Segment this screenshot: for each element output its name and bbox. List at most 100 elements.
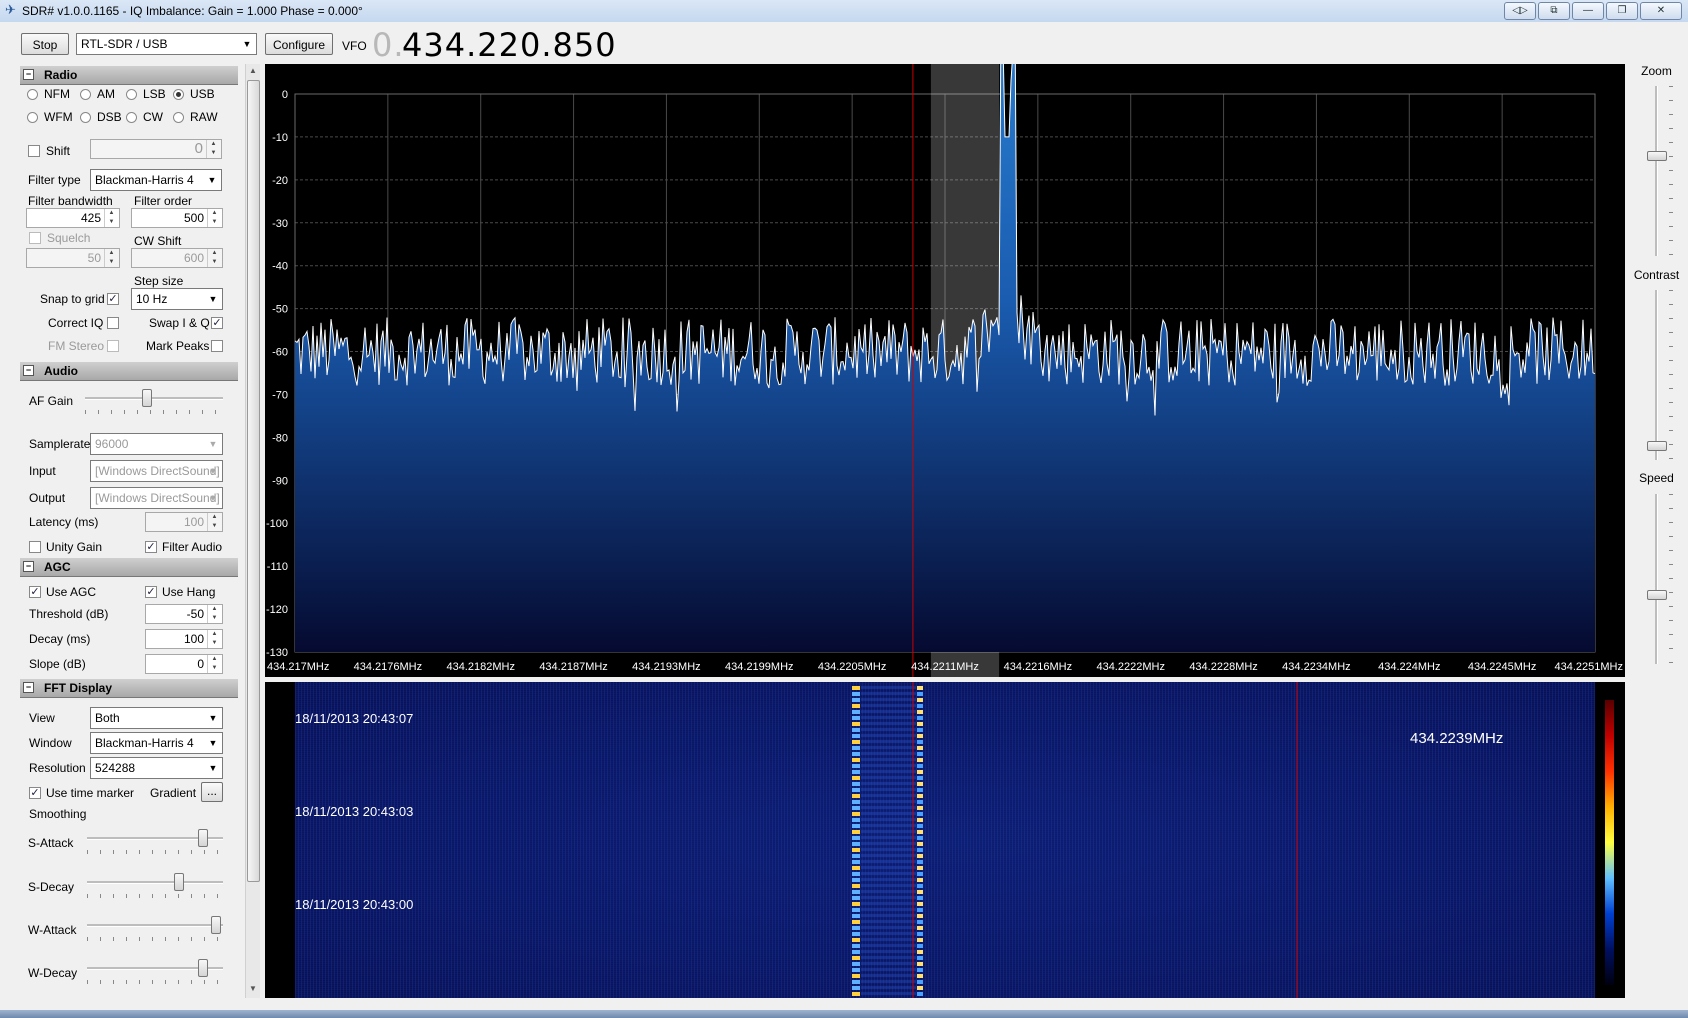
w-attack-slider[interactable] bbox=[211, 916, 221, 934]
threshold-input[interactable]: -50 ▲ ▼ bbox=[145, 604, 223, 624]
shift-checkbox[interactable] bbox=[28, 145, 40, 157]
filter-order-label: Filter order bbox=[134, 194, 193, 208]
waterfall-streak bbox=[917, 794, 923, 798]
output-select[interactable]: [Windows DirectSound] ▼ bbox=[90, 487, 223, 509]
af-gain-track bbox=[85, 397, 223, 400]
scrollbar-thumb[interactable] bbox=[247, 80, 260, 882]
close-button[interactable]: ✕ bbox=[1640, 2, 1682, 20]
minimize-button[interactable]: — bbox=[1572, 2, 1604, 20]
y-tick-label: -30 bbox=[272, 218, 288, 230]
waterfall-streak bbox=[861, 938, 916, 941]
agc-section-header[interactable]: − AGC bbox=[20, 558, 238, 577]
waterfall-streak bbox=[852, 824, 860, 828]
zoom-slider[interactable] bbox=[1647, 151, 1667, 161]
use-hang-checkbox[interactable]: ✓ bbox=[145, 586, 157, 598]
waterfall-streak bbox=[917, 980, 923, 984]
samplerate-label: Samplerate bbox=[29, 437, 91, 451]
spectrum-analyzer[interactable]: 0 -10 -20 -30 -40 -50 -60 -70 -80 -90 -100 -110 -120… bbox=[265, 13, 1625, 677]
waterfall-streak bbox=[861, 722, 916, 725]
mode-nfm-radio[interactable] bbox=[27, 89, 38, 100]
waterfall-streak bbox=[917, 830, 923, 834]
fm-stereo-checkbox[interactable] bbox=[107, 340, 119, 352]
filter-order-input[interactable]: 500 ▲ ▼ bbox=[131, 208, 223, 228]
filter-bandwidth-input[interactable]: 425 ▲ ▼ bbox=[26, 208, 120, 228]
maximize-button[interactable]: ❐ bbox=[1606, 2, 1638, 20]
use-agc-checkbox[interactable]: ✓ bbox=[29, 586, 41, 598]
af-gain-slider[interactable] bbox=[142, 389, 152, 407]
chevron-down-icon: ▼ bbox=[208, 763, 218, 773]
configure-button[interactable]: Configure bbox=[265, 33, 333, 55]
squelch-input[interactable]: 50 ▲ ▼ bbox=[26, 248, 120, 268]
spin-arrows-icon: ▲ ▼ bbox=[104, 209, 118, 227]
decay-input[interactable]: 100 ▲ ▼ bbox=[145, 629, 223, 649]
waterfall-streak bbox=[917, 926, 923, 930]
contrast-slider[interactable] bbox=[1647, 441, 1667, 451]
device-select[interactable]: RTL-SDR / USB ▼ bbox=[76, 33, 257, 55]
mode-wfm-radio[interactable] bbox=[27, 112, 38, 123]
use-time-marker-checkbox[interactable]: ✓ bbox=[29, 787, 41, 799]
cw-shift-input[interactable]: 600 ▲ ▼ bbox=[131, 248, 223, 268]
vfo-frequency[interactable]: 434.220.850 bbox=[402, 26, 617, 64]
input-select[interactable]: [Windows DirectSound] ▼ bbox=[90, 460, 223, 482]
filter-audio-checkbox[interactable]: ✓ bbox=[145, 541, 157, 553]
w-decay-slider[interactable] bbox=[198, 959, 208, 977]
slope-input[interactable]: 0 ▲ ▼ bbox=[145, 654, 223, 674]
waterfall-streak bbox=[917, 722, 923, 726]
chevron-down-icon: ▼ bbox=[207, 175, 217, 185]
waterfall-streak bbox=[861, 854, 916, 857]
contrast-label: Contrast bbox=[1633, 268, 1680, 282]
chevron-down-icon: ▼ bbox=[208, 713, 218, 723]
mode-raw-label: RAW bbox=[190, 110, 218, 124]
mode-raw-radio[interactable] bbox=[173, 112, 184, 123]
waterfall-streak bbox=[917, 752, 923, 756]
mode-am-radio[interactable] bbox=[80, 89, 91, 100]
window-select[interactable]: Blackman-Harris 4 ▼ bbox=[90, 732, 223, 754]
correct-iq-checkbox[interactable] bbox=[107, 317, 119, 329]
panel-scrollbar[interactable]: ▲ ▼ bbox=[245, 64, 260, 998]
speed-slider[interactable] bbox=[1647, 590, 1667, 600]
s-attack-slider[interactable] bbox=[198, 829, 208, 847]
snap-to-grid-checkbox[interactable]: ✓ bbox=[107, 293, 119, 305]
toolbar: Stop RTL-SDR / USB ▼ Configure bbox=[0, 22, 1688, 64]
w-decay-label: W-Decay bbox=[28, 966, 78, 980]
vfo-leading-digit[interactable]: 0. bbox=[372, 26, 405, 64]
latency-input[interactable]: 100 ▲ ▼ bbox=[145, 512, 223, 532]
unity-gain-checkbox[interactable] bbox=[29, 541, 41, 553]
waterfall-streak bbox=[917, 770, 923, 774]
window-title: SDR# v1.0.0.1165 - IQ Imbalance: Gain = … bbox=[22, 4, 363, 18]
gradient-button[interactable]: ... bbox=[201, 782, 223, 802]
mode-dsb-radio[interactable] bbox=[80, 112, 91, 123]
squelch-checkbox[interactable] bbox=[29, 232, 41, 244]
spin-arrows-icon: ▲ ▼ bbox=[207, 209, 221, 227]
waterfall-streak bbox=[852, 704, 860, 708]
samplerate-select[interactable]: 96000 ▼ bbox=[90, 433, 223, 455]
scroll-up-icon[interactable]: ▲ bbox=[248, 66, 258, 78]
fullscreen-icon[interactable]: ⧉ bbox=[1538, 2, 1570, 20]
mode-lsb-radio[interactable] bbox=[126, 89, 137, 100]
audio-section-header[interactable]: − Audio bbox=[20, 362, 238, 381]
filter-type-select[interactable]: Blackman-Harris 4 ▼ bbox=[90, 169, 222, 191]
mark-peaks-checkbox[interactable] bbox=[211, 340, 223, 352]
display-controls: Zoom Contrast Speed bbox=[1625, 64, 1688, 998]
waterfall-streak bbox=[861, 794, 916, 797]
mode-cw-radio[interactable] bbox=[126, 112, 137, 123]
s-decay-track bbox=[87, 881, 223, 884]
mode-usb-radio[interactable] bbox=[173, 89, 184, 100]
waterfall-streak bbox=[852, 956, 860, 960]
stop-button[interactable]: Stop bbox=[21, 33, 69, 55]
fft-display-section-header[interactable]: − FFT Display bbox=[20, 679, 238, 698]
resolution-select[interactable]: 524288 ▼ bbox=[90, 757, 223, 779]
waterfall-display[interactable]: 18/11/2013 20:43:07 18/11/2013 20:43:03 … bbox=[265, 682, 1625, 998]
view-select[interactable]: Both ▼ bbox=[90, 707, 223, 729]
waterfall-streak bbox=[852, 926, 860, 930]
radio-section-header[interactable]: − Radio bbox=[20, 66, 238, 85]
scroll-down-icon[interactable]: ▼ bbox=[248, 984, 258, 996]
shift-input[interactable]: 0 ▲ ▼ bbox=[90, 139, 222, 159]
waterfall-streak bbox=[917, 746, 923, 750]
mode-nfm-label: NFM bbox=[44, 87, 70, 101]
waterfall-streak bbox=[852, 758, 860, 762]
swap-icon[interactable]: ◁▷ bbox=[1504, 2, 1536, 20]
s-decay-slider[interactable] bbox=[174, 873, 184, 891]
swap-iq-checkbox[interactable]: ✓ bbox=[211, 317, 223, 329]
step-size-select[interactable]: 10 Hz ▼ bbox=[131, 288, 223, 310]
